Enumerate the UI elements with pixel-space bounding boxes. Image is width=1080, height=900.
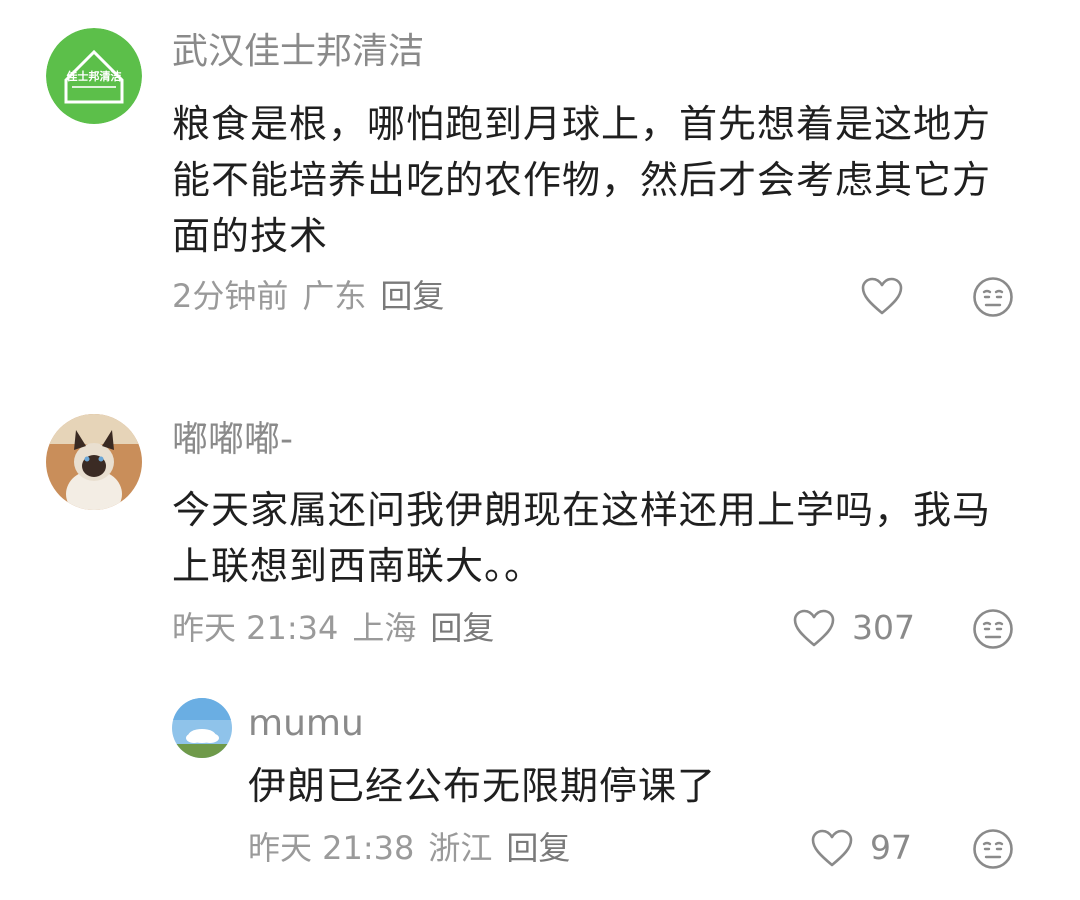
- neutral-face-icon: [973, 277, 1013, 317]
- comment-location: 上海: [352, 609, 417, 647]
- reply-content: 伊朗已经公布无限期停课了: [248, 764, 717, 808]
- sky-landscape-avatar: [172, 698, 232, 758]
- comment-time: 昨天 21:34: [172, 609, 339, 647]
- reply-location: 浙江: [428, 829, 493, 867]
- reply-button[interactable]: 回复: [380, 277, 444, 315]
- comment-content: 粮食是根，哪怕跑到月球上，首先想着是这地方能不能培养出吃的农作物，然后才会考虑其…: [172, 102, 992, 258]
- like-button[interactable]: 307: [792, 606, 915, 650]
- comment-meta: 昨天 21:34 上海 回复: [172, 608, 508, 648]
- reply-meta: 昨天 21:38 浙江 回复: [248, 828, 584, 868]
- comment-location: 广东: [302, 277, 367, 315]
- company-logo-avatar: 佳士邦清洁: [46, 28, 142, 124]
- like-button[interactable]: 97: [810, 826, 912, 870]
- dislike-button[interactable]: [972, 608, 1014, 650]
- comment-author[interactable]: 嘟嘟嘟-: [172, 418, 293, 462]
- comment-content: 今天家属还问我伊朗现在这样还用上学吗，我马上联想到西南联大。。: [172, 488, 992, 588]
- comment-time: 2分钟前: [172, 277, 289, 315]
- like-count: 307: [852, 608, 915, 647]
- reply-button[interactable]: 回复: [506, 829, 570, 867]
- like-count: 97: [870, 828, 912, 867]
- comment-item: 佳士邦清洁 武汉佳士邦清洁 粮食是根，哪怕跑到月球上，首先想着是这地方能不能培养…: [0, 0, 1080, 340]
- dislike-button[interactable]: [972, 828, 1014, 870]
- neutral-face-icon: [973, 609, 1013, 649]
- avatar[interactable]: [172, 698, 232, 758]
- reply-button[interactable]: 回复: [430, 609, 494, 647]
- neutral-face-icon: [973, 829, 1013, 869]
- heart-outline-icon: [811, 829, 853, 867]
- like-button[interactable]: [860, 274, 920, 318]
- cat-photo-avatar: [46, 414, 142, 510]
- avatar[interactable]: [46, 414, 142, 510]
- reply-item: mumu 伊朗已经公布无限期停课了 昨天 21:38 浙江 回复 97: [0, 690, 1080, 890]
- comment-meta: 2分钟前 广东 回复: [172, 276, 458, 316]
- dislike-button[interactable]: [972, 276, 1014, 318]
- avatar[interactable]: 佳士邦清洁: [46, 28, 142, 124]
- comment-author[interactable]: 武汉佳士邦清洁: [172, 30, 424, 74]
- logo-text: 佳士邦清洁: [67, 69, 122, 83]
- reply-time: 昨天 21:38: [248, 829, 415, 867]
- heart-outline-icon: [793, 609, 835, 647]
- comment-item: 嘟嘟嘟- 今天家属还问我伊朗现在这样还用上学吗，我马上联想到西南联大。。 昨天 …: [0, 400, 1080, 660]
- reply-author[interactable]: mumu: [248, 702, 364, 746]
- heart-outline-icon: [861, 277, 903, 315]
